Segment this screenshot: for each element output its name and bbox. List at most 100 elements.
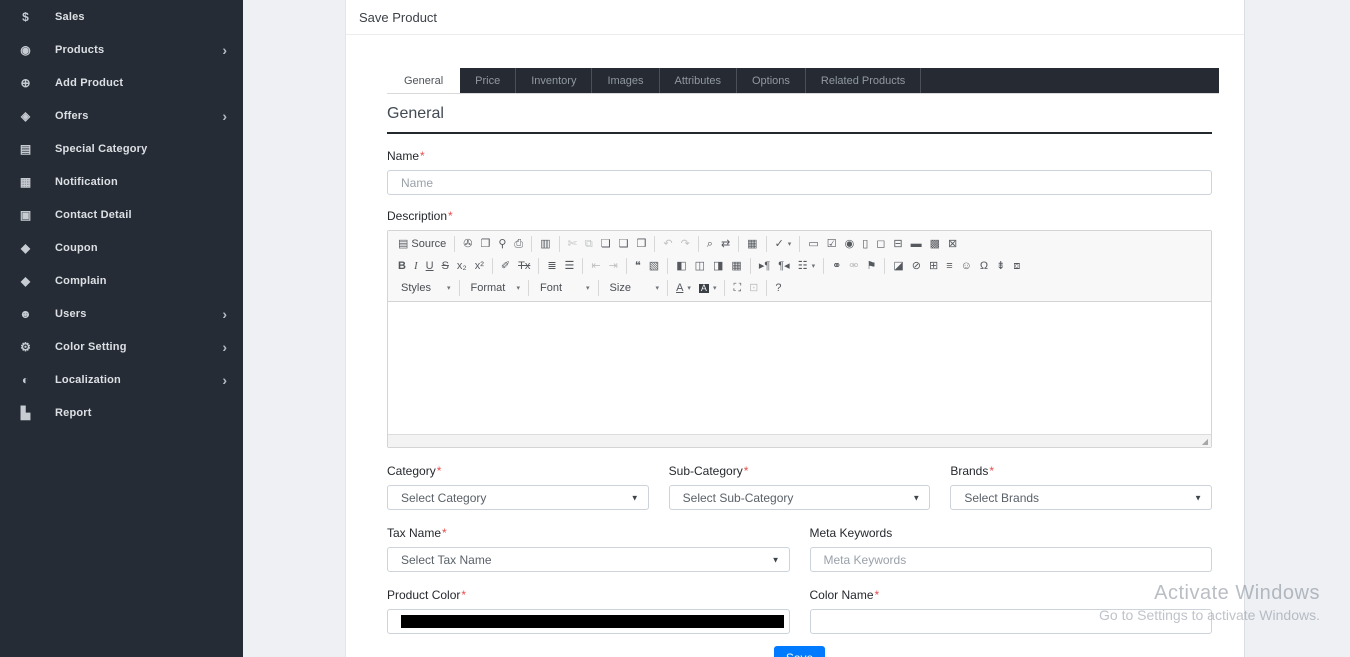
tab-related-products[interactable]: Related Products bbox=[806, 68, 921, 93]
save-button[interactable]: Save bbox=[774, 646, 825, 657]
size-dropdown[interactable]: Size ▾ bbox=[603, 278, 664, 298]
styles-dropdown[interactable]: Styles ▾ bbox=[394, 278, 455, 298]
button-icon[interactable]: ▬ bbox=[907, 234, 926, 254]
text-field-icon[interactable]: ▯ bbox=[858, 234, 872, 254]
select-field-icon[interactable]: ⊟ bbox=[889, 234, 906, 254]
sidebar-item-sales[interactable]: $ Sales bbox=[0, 0, 243, 33]
editor-footer: ◢ bbox=[388, 434, 1211, 447]
sidebar-item-add-product[interactable]: ⊕ Add Product bbox=[0, 66, 243, 99]
bold-icon[interactable]: B bbox=[394, 256, 410, 276]
meta-keywords-input[interactable] bbox=[810, 547, 1213, 572]
blockquote-icon[interactable]: ❝ bbox=[631, 256, 645, 276]
sidebar-item-special-category[interactable]: ▤ Special Category bbox=[0, 132, 243, 165]
iframe-icon[interactable]: ⧈ bbox=[1009, 256, 1024, 276]
cut-icon[interactable]: ✄ bbox=[564, 234, 581, 254]
decrease-indent-icon[interactable]: ⇤ bbox=[587, 256, 604, 276]
sidebar-item-coupon[interactable]: ◆ Coupon bbox=[0, 231, 243, 264]
tab-attributes[interactable]: Attributes bbox=[660, 68, 737, 93]
sidebar-item-notification[interactable]: ▦ Notification bbox=[0, 165, 243, 198]
undo-icon[interactable]: ↶ bbox=[659, 234, 676, 254]
tab-price[interactable]: Price bbox=[460, 68, 516, 93]
icon-glyph: ❒ bbox=[636, 239, 646, 250]
paste-word-icon[interactable]: ❒ bbox=[632, 234, 650, 254]
flash-icon[interactable]: ⊘ bbox=[908, 256, 925, 276]
tab-inventory[interactable]: Inventory bbox=[516, 68, 592, 93]
underline-icon[interactable]: U bbox=[422, 256, 438, 276]
textarea-icon[interactable]: ◻ bbox=[872, 234, 889, 254]
justify-icon[interactable]: ▦ bbox=[727, 256, 745, 276]
unlink-icon[interactable]: ⚮ bbox=[845, 256, 862, 276]
table-icon[interactable]: ⊞ bbox=[925, 256, 942, 276]
sidebar-item-color-setting[interactable]: ⚙ Color Setting › bbox=[0, 330, 243, 363]
text-color-icon[interactable]: A ▾ bbox=[672, 278, 695, 298]
save-icon[interactable]: ✇ bbox=[459, 234, 476, 254]
replace-icon[interactable]: ⇄ bbox=[717, 234, 734, 254]
italic-icon[interactable]: I bbox=[410, 256, 422, 276]
name-input[interactable] bbox=[387, 170, 1212, 195]
copy-formatting-icon[interactable]: ✐ bbox=[497, 256, 514, 276]
templates-icon[interactable]: ▥ bbox=[536, 234, 554, 254]
align-right-icon[interactable]: ◨ bbox=[709, 256, 727, 276]
description-editor-body[interactable] bbox=[388, 302, 1211, 434]
color-name-input[interactable] bbox=[810, 609, 1213, 634]
sidebar-item-localization[interactable]: ◐ Localization › bbox=[0, 363, 243, 396]
tax-name-select[interactable]: Select Tax Name ▼ bbox=[387, 547, 790, 572]
paste-icon[interactable]: ❏ bbox=[597, 234, 615, 254]
image-button-icon[interactable]: ▩ bbox=[926, 234, 944, 254]
find-icon[interactable]: ⌕ bbox=[703, 234, 717, 254]
anchor-icon[interactable]: ⚑ bbox=[863, 256, 881, 276]
text-direction-ltr-icon[interactable]: ▸¶ bbox=[755, 256, 774, 276]
bulleted-list-icon[interactable]: ☰ bbox=[561, 256, 579, 276]
hidden-field-icon[interactable]: ⊠ bbox=[944, 234, 961, 254]
numbered-list-icon[interactable]: ≣ bbox=[543, 256, 560, 276]
image-icon[interactable]: ◪ bbox=[889, 256, 907, 276]
preview-icon[interactable]: ⚲ bbox=[494, 234, 510, 254]
font-dropdown[interactable]: Font ▾ bbox=[533, 278, 594, 298]
special-character-icon[interactable]: Ω bbox=[976, 256, 992, 276]
remove-format-icon[interactable]: Tx bbox=[514, 256, 534, 276]
sidebar-item-products[interactable]: ◉ Products › bbox=[0, 33, 243, 66]
sidebar-item-report[interactable]: ▙ Report bbox=[0, 396, 243, 429]
copy-icon[interactable]: ⧉ bbox=[581, 234, 597, 254]
radio-icon[interactable]: ◉ bbox=[841, 234, 859, 254]
horizontal-rule-icon[interactable]: ≡ bbox=[942, 256, 956, 276]
link-icon[interactable]: ⚭ bbox=[828, 256, 845, 276]
new-page-icon[interactable]: ❐ bbox=[476, 234, 494, 254]
resize-handle-icon[interactable]: ◢ bbox=[1202, 437, 1208, 447]
paste-text-icon[interactable]: ❑ bbox=[615, 234, 633, 254]
category-select[interactable]: Select Category ▼ bbox=[387, 485, 649, 510]
smiley-icon[interactable]: ☺ bbox=[957, 256, 976, 276]
tab-general[interactable]: General bbox=[387, 68, 460, 93]
sub-category-select[interactable]: Select Sub-Category ▼ bbox=[669, 485, 931, 510]
checkbox-icon[interactable]: ☑ bbox=[823, 234, 841, 254]
language-icon[interactable]: ☷ ▾ bbox=[794, 256, 819, 276]
increase-indent-icon[interactable]: ⇥ bbox=[605, 256, 622, 276]
sidebar-item-contact-detail[interactable]: ▣ Contact Detail bbox=[0, 198, 243, 231]
text-direction-rtl-icon[interactable]: ¶◂ bbox=[774, 256, 793, 276]
sidebar-item-users[interactable]: ☻ Users › bbox=[0, 297, 243, 330]
div-container-icon[interactable]: ▧ bbox=[645, 256, 663, 276]
tab-options[interactable]: Options bbox=[737, 68, 806, 93]
maximize-icon[interactable]: ⛶ bbox=[729, 278, 745, 298]
tab-images[interactable]: Images bbox=[592, 68, 659, 93]
redo-icon[interactable]: ↷ bbox=[677, 234, 694, 254]
background-color-icon[interactable]: A ▾ bbox=[695, 278, 721, 298]
sidebar-item-complain[interactable]: ◆ Complain bbox=[0, 264, 243, 297]
format-dropdown[interactable]: Format ▾ bbox=[464, 278, 525, 298]
print-icon[interactable]: ⎙ bbox=[510, 234, 527, 254]
about-icon[interactable]: ? bbox=[771, 278, 785, 298]
select-all-icon[interactable]: ▦ bbox=[743, 234, 761, 254]
page-break-icon[interactable]: ⇟ bbox=[992, 256, 1009, 276]
source-button[interactable]: ▤ Source bbox=[394, 234, 450, 254]
brands-select[interactable]: Select Brands ▼ bbox=[950, 485, 1212, 510]
product-color-input[interactable] bbox=[387, 609, 790, 634]
spellcheck-icon[interactable]: ✓ ▾ bbox=[771, 234, 796, 254]
superscript-icon[interactable]: x² bbox=[471, 256, 488, 276]
align-left-icon[interactable]: ◧ bbox=[672, 256, 690, 276]
form-icon[interactable]: ▭ bbox=[804, 234, 822, 254]
subscript-icon[interactable]: x₂ bbox=[453, 256, 471, 276]
align-center-icon[interactable]: ◫ bbox=[691, 256, 709, 276]
strikethrough-icon[interactable]: S bbox=[438, 256, 453, 276]
sidebar-item-offers[interactable]: ◈ Offers › bbox=[0, 99, 243, 132]
show-blocks-icon[interactable]: ⊡ bbox=[745, 278, 762, 298]
